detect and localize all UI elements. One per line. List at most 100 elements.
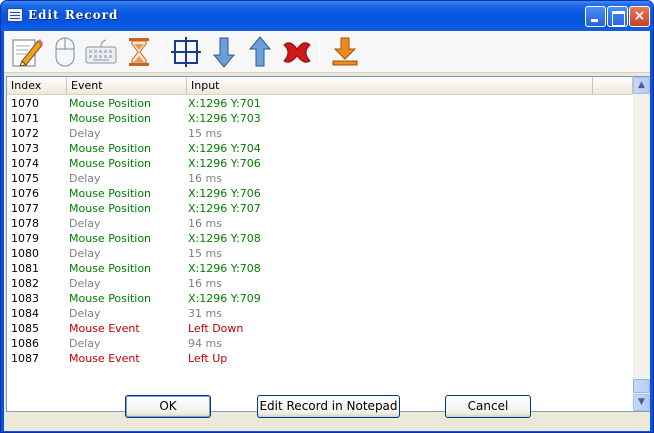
row-input: X:1296 Y:704 (188, 142, 261, 155)
row-input: Left Up (188, 352, 228, 365)
close-button[interactable]: × (629, 6, 650, 27)
table-row[interactable]: 1084 Delay 31 ms (7, 306, 633, 321)
toolbar-separator (319, 37, 320, 67)
table-row[interactable]: 1072 Delay 15 ms (7, 126, 633, 141)
row-index: 1086 (11, 337, 39, 350)
row-input: X:1296 Y:706 (188, 157, 261, 170)
column-header-event[interactable]: Event (67, 77, 187, 94)
row-event: Delay (69, 172, 101, 185)
row-index: 1085 (11, 322, 39, 335)
scroll-thumb[interactable] (633, 379, 650, 393)
column-header-input[interactable]: Input (187, 77, 593, 94)
table-row[interactable]: 1079 Mouse Position X:1296 Y:708 (7, 231, 633, 246)
row-input: X:1296 Y:703 (188, 112, 261, 125)
row-index: 1083 (11, 292, 39, 305)
row-event: Mouse Position (69, 142, 152, 155)
row-index: 1070 (11, 97, 39, 110)
row-event: Delay (69, 307, 101, 320)
row-index: 1077 (11, 202, 39, 215)
table-row[interactable]: 1082 Delay 16 ms (7, 276, 633, 291)
window-title: Edit Record (28, 8, 119, 22)
table-row[interactable]: 1071 Mouse Position X:1296 Y:703 (7, 111, 633, 126)
move-up-icon[interactable] (243, 35, 277, 69)
row-input: X:1296 Y:709 (188, 292, 261, 305)
row-event: Mouse Position (69, 202, 152, 215)
row-event: Mouse Event (69, 352, 140, 365)
row-index: 1080 (11, 247, 39, 260)
scroll-up-button[interactable]: ▲ (633, 77, 650, 94)
row-event: Mouse Position (69, 112, 152, 125)
row-event: Mouse Position (69, 262, 152, 275)
row-index: 1078 (11, 217, 39, 230)
row-event: Delay (69, 217, 101, 230)
table-row[interactable]: 1073 Mouse Position X:1296 Y:704 (7, 141, 633, 156)
row-index: 1075 (11, 172, 39, 185)
table-row[interactable]: 1077 Mouse Position X:1296 Y:707 (7, 201, 633, 216)
row-index: 1071 (11, 112, 39, 125)
row-input: X:1296 Y:708 (188, 232, 261, 245)
edit-record-window: Edit Record × Index Event Input 1070 Mou… (0, 0, 654, 433)
list-header: Index Event Input (7, 77, 633, 95)
mouse-icon[interactable] (48, 35, 82, 69)
row-input: X:1296 Y:708 (188, 262, 261, 275)
row-input: 15 ms (188, 127, 222, 140)
table-row[interactable]: 1086 Delay 94 ms (7, 336, 633, 351)
edit-icon[interactable] (10, 35, 44, 69)
row-index: 1073 (11, 142, 39, 155)
chevron-down-icon: ▼ (638, 397, 645, 407)
row-event: Mouse Position (69, 187, 152, 200)
minimize-button[interactable] (585, 6, 606, 27)
record-list[interactable]: Index Event Input 1070 Mouse Position X:12… (6, 76, 650, 412)
select-region-icon[interactable] (169, 35, 203, 69)
cancel-button[interactable]: Cancel (445, 395, 531, 418)
row-input: X:1296 Y:701 (188, 97, 261, 110)
edit-in-notepad-button[interactable]: Edit Record in Notepad (257, 395, 400, 418)
row-input: 94 ms (188, 337, 222, 350)
table-row[interactable]: 1080 Delay 15 ms (7, 246, 633, 261)
vertical-scrollbar[interactable]: ▲ ▼ (633, 77, 650, 411)
row-index: 1074 (11, 157, 39, 170)
column-header-filler (593, 77, 633, 94)
scroll-down-button[interactable]: ▼ (633, 394, 650, 411)
table-row[interactable]: 1074 Mouse Position X:1296 Y:706 (7, 156, 633, 171)
row-index: 1084 (11, 307, 39, 320)
table-row[interactable]: 1085 Mouse Event Left Down (7, 321, 633, 336)
row-event: Mouse Position (69, 292, 152, 305)
row-event: Mouse Position (69, 97, 152, 110)
table-row[interactable]: 1087 Mouse Event Left Up (7, 351, 633, 366)
row-input: X:1296 Y:706 (188, 187, 261, 200)
row-input: 16 ms (188, 277, 222, 290)
ok-button[interactable]: OK (125, 395, 211, 418)
row-input: 16 ms (188, 217, 222, 230)
row-event: Mouse Position (69, 232, 152, 245)
column-header-index[interactable]: Index (7, 77, 67, 94)
row-index: 1072 (11, 127, 39, 140)
import-icon[interactable] (328, 35, 362, 69)
row-event: Delay (69, 247, 101, 260)
delete-icon[interactable] (280, 35, 314, 69)
app-icon (7, 8, 23, 22)
maximize-button[interactable] (607, 6, 628, 27)
close-icon: × (633, 8, 646, 24)
table-row[interactable]: 1083 Mouse Position X:1296 Y:709 (7, 291, 633, 306)
keyboard-icon[interactable] (84, 35, 118, 69)
move-down-icon[interactable] (207, 35, 241, 69)
table-row[interactable]: 1075 Delay 16 ms (7, 171, 633, 186)
table-row[interactable]: 1070 Mouse Position X:1296 Y:701 (7, 96, 633, 111)
row-event: Mouse Position (69, 157, 152, 170)
table-row[interactable]: 1076 Mouse Position X:1296 Y:706 (7, 186, 633, 201)
table-row[interactable]: 1078 Delay 16 ms (7, 216, 633, 231)
row-index: 1079 (11, 232, 39, 245)
chevron-up-icon: ▲ (638, 80, 645, 90)
hourglass-icon[interactable] (122, 35, 156, 69)
table-row[interactable]: 1081 Mouse Position X:1296 Y:708 (7, 261, 633, 276)
title-bar[interactable]: Edit Record × (1, 1, 653, 31)
row-input: 15 ms (188, 247, 222, 260)
row-index: 1082 (11, 277, 39, 290)
row-event: Mouse Event (69, 322, 140, 335)
row-input: 31 ms (188, 307, 222, 320)
client-area: Index Event Input 1070 Mouse Position X:12… (4, 31, 650, 431)
row-input: X:1296 Y:707 (188, 202, 261, 215)
toolbar (4, 31, 650, 73)
row-event: Delay (69, 277, 101, 290)
